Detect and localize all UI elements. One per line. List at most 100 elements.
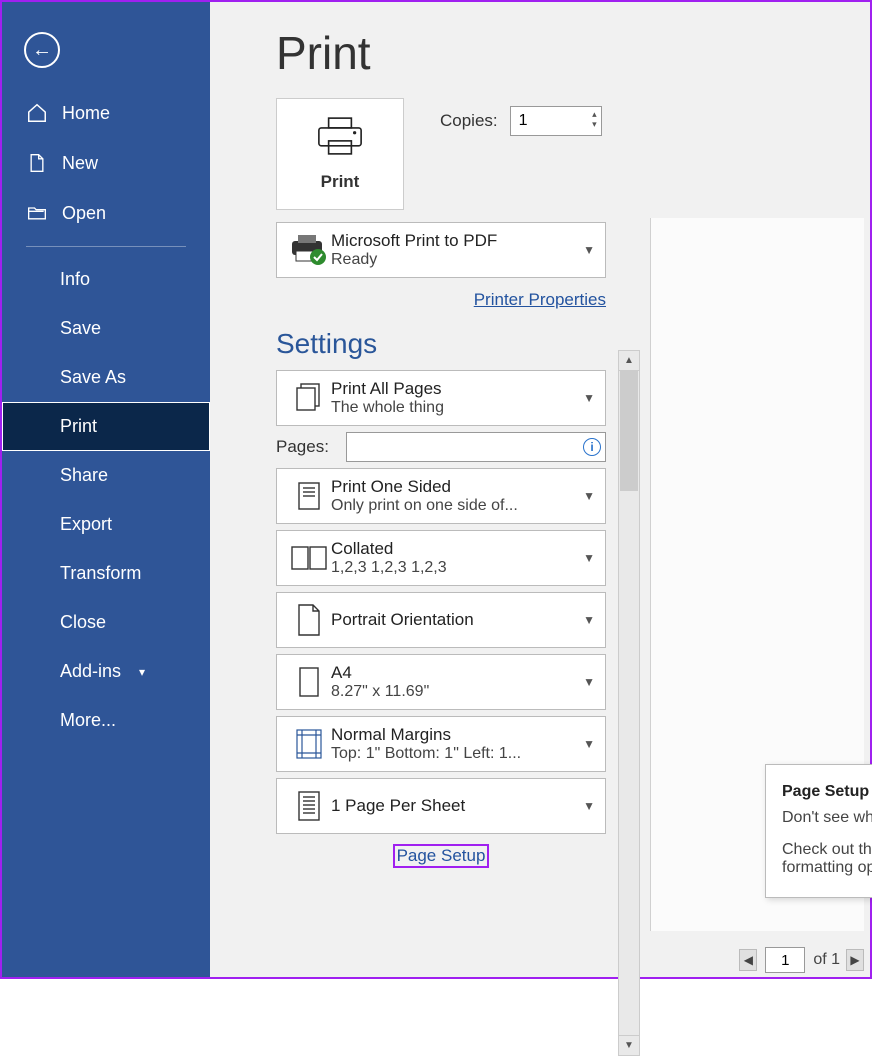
pages-label: Pages: bbox=[276, 437, 336, 457]
caret-down-icon: ▾ bbox=[592, 119, 597, 129]
scroll-thumb[interactable] bbox=[620, 371, 638, 491]
margins-icon bbox=[287, 727, 331, 761]
sidebar-item-more[interactable]: More... bbox=[2, 696, 210, 745]
dd-sub: 8.27" x 11.69" bbox=[331, 683, 577, 701]
sidebar-item-transform[interactable]: Transform bbox=[2, 549, 210, 598]
chevron-down-icon: ▼ bbox=[583, 675, 595, 689]
sidebar-item-share[interactable]: Share bbox=[2, 451, 210, 500]
copies-input-wrap: ▴▾ bbox=[510, 106, 602, 136]
tooltip-title: Page Setup bbox=[782, 783, 872, 801]
paper-size-dropdown[interactable]: A4 8.27" x 11.69" ▼ bbox=[276, 654, 606, 710]
sidebar-item-save[interactable]: Save bbox=[2, 304, 210, 353]
current-page-input[interactable] bbox=[765, 947, 805, 973]
paper-icon bbox=[287, 665, 331, 699]
sidebar-item-open[interactable]: Open bbox=[2, 188, 210, 238]
sidebar-item-info[interactable]: Info bbox=[2, 255, 210, 304]
printer-ready-icon bbox=[287, 233, 331, 267]
sidebar-item-saveas[interactable]: Save As bbox=[2, 353, 210, 402]
chevron-down-icon: ▼ bbox=[583, 737, 595, 751]
preview-page-nav: ◀ of 1 ▶ bbox=[739, 947, 864, 973]
back-button[interactable]: ← bbox=[24, 32, 60, 68]
dd-label: A4 bbox=[331, 663, 577, 683]
settings-heading: Settings bbox=[276, 328, 606, 360]
sidebar-item-home[interactable]: Home bbox=[2, 88, 210, 138]
sidebar-label: Share bbox=[60, 465, 108, 486]
copies-spinner[interactable]: ▴▾ bbox=[592, 109, 597, 129]
sidebar-item-new[interactable]: New bbox=[2, 138, 210, 188]
printer-properties-link[interactable]: Printer Properties bbox=[276, 290, 606, 310]
page-setup-link[interactable]: Page Setup bbox=[276, 844, 606, 868]
margins-dropdown[interactable]: Normal Margins Top: 1" Bottom: 1" Left: … bbox=[276, 716, 606, 772]
pages-input-wrap: i bbox=[346, 432, 606, 462]
printer-icon bbox=[314, 116, 366, 156]
folder-open-icon bbox=[26, 202, 48, 224]
dd-label: 1 Page Per Sheet bbox=[331, 796, 577, 816]
sidebar-label: Open bbox=[62, 203, 106, 224]
sidebar-label: Export bbox=[60, 514, 112, 535]
sidebar-item-export[interactable]: Export bbox=[2, 500, 210, 549]
chevron-down-icon: ▼ bbox=[583, 799, 595, 813]
sidebar-label: New bbox=[62, 153, 98, 174]
sidebar-label: Save bbox=[60, 318, 101, 339]
dd-sub: 1,2,3 1,2,3 1,2,3 bbox=[331, 559, 577, 577]
sidebar-item-addins[interactable]: Add-ins ▾ bbox=[2, 647, 210, 696]
next-page-button[interactable]: ▶ bbox=[846, 949, 864, 971]
scroll-up-button[interactable]: ▲ bbox=[619, 351, 639, 371]
scroll-down-button[interactable]: ▼ bbox=[619, 1035, 639, 1055]
dd-label: Print All Pages bbox=[331, 379, 577, 399]
sidebar-label: Save As bbox=[60, 367, 126, 388]
sides-dropdown[interactable]: Print One Sided Only print on one side o… bbox=[276, 468, 606, 524]
chevron-down-icon: ▼ bbox=[583, 391, 595, 405]
sidebar-label: More... bbox=[60, 710, 116, 731]
chevron-down-icon: ▼ bbox=[583, 243, 595, 257]
portrait-icon bbox=[287, 603, 331, 637]
pages-stack-icon bbox=[287, 381, 331, 415]
main-panel: Print Print Copies: bbox=[210, 2, 870, 977]
copies-input[interactable] bbox=[511, 107, 571, 135]
print-button[interactable]: Print bbox=[276, 98, 404, 210]
sidebar-label: Add-ins bbox=[60, 661, 121, 682]
dd-label: Normal Margins bbox=[331, 725, 577, 745]
sidebar-label: Print bbox=[60, 416, 97, 437]
back-arrow-icon: ← bbox=[32, 39, 52, 62]
sidebar-label: Info bbox=[60, 269, 90, 290]
tooltip-line2: Check out the full set of page formattin… bbox=[782, 841, 872, 877]
settings-scrollbar[interactable]: ▲ ▼ bbox=[618, 350, 640, 1056]
collate-dropdown[interactable]: Collated 1,2,3 1,2,3 1,2,3 ▼ bbox=[276, 530, 606, 586]
page-per-sheet-icon bbox=[287, 789, 331, 823]
info-icon[interactable]: i bbox=[583, 438, 601, 456]
one-sided-icon bbox=[287, 479, 331, 513]
document-icon bbox=[26, 152, 48, 174]
sidebar-label: Close bbox=[60, 612, 106, 633]
page-total-label: of 1 bbox=[813, 951, 840, 969]
pages-input[interactable] bbox=[347, 433, 581, 461]
print-what-dropdown[interactable]: Print All Pages The whole thing ▼ bbox=[276, 370, 606, 426]
print-button-label: Print bbox=[321, 172, 360, 192]
orientation-dropdown[interactable]: Portrait Orientation ▼ bbox=[276, 592, 606, 648]
sidebar-item-print[interactable]: Print bbox=[2, 402, 210, 451]
prev-page-button[interactable]: ◀ bbox=[739, 949, 757, 971]
printer-status: Ready bbox=[331, 251, 577, 269]
printer-selector[interactable]: Microsoft Print to PDF Ready ▼ bbox=[276, 222, 606, 278]
printer-name: Microsoft Print to PDF bbox=[331, 231, 577, 251]
dd-sub: Only print on one side of... bbox=[331, 497, 577, 515]
dd-label: Collated bbox=[331, 539, 577, 559]
page-setup-text: Page Setup bbox=[393, 844, 490, 868]
sidebar-label: Transform bbox=[60, 563, 141, 584]
home-icon bbox=[26, 102, 48, 124]
tooltip-line1: Don't see what you're looking for? bbox=[782, 809, 872, 827]
chevron-down-icon: ▼ bbox=[583, 489, 595, 503]
collate-icon bbox=[287, 543, 331, 573]
backstage-sidebar: ← Home New Open Info Save Save As Print … bbox=[2, 2, 210, 977]
pages-per-sheet-dropdown[interactable]: 1 Page Per Sheet ▼ bbox=[276, 778, 606, 834]
chevron-down-icon: ▼ bbox=[583, 551, 595, 565]
caret-up-icon: ▴ bbox=[592, 109, 597, 119]
chevron-down-icon: ▾ bbox=[139, 665, 145, 679]
dd-sub: Top: 1" Bottom: 1" Left: 1... bbox=[331, 745, 577, 763]
sidebar-separator bbox=[26, 246, 186, 247]
dd-sub: The whole thing bbox=[331, 399, 577, 417]
sidebar-item-close[interactable]: Close bbox=[2, 598, 210, 647]
page-setup-tooltip: Page Setup Don't see what you're looking… bbox=[765, 764, 872, 898]
dd-label: Print One Sided bbox=[331, 477, 577, 497]
chevron-down-icon: ▼ bbox=[583, 613, 595, 627]
